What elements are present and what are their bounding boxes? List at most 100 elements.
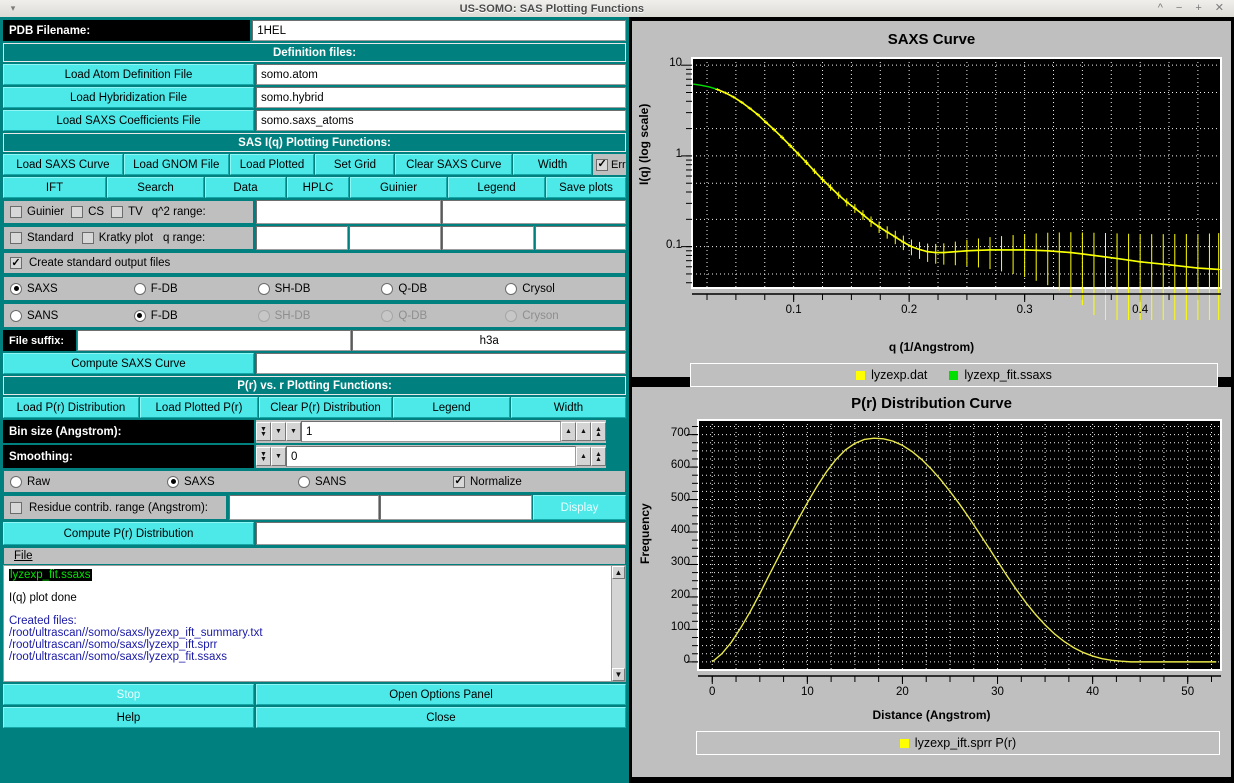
q2-range-max-input[interactable] [442,200,626,224]
radio-crysol[interactable]: Crysol [505,283,625,295]
radio-pr-sans[interactable]: SANS [298,476,453,488]
q-range-input-4[interactable] [535,226,626,250]
scroll-up-icon[interactable]: ▲ [612,566,625,579]
cs-check-group[interactable]: CS [71,206,104,218]
tv-check-group[interactable]: TV [111,206,143,218]
scroll-down-icon[interactable]: ▼ [612,668,625,681]
atom-definition-file-input[interactable]: somo.atom [256,64,626,85]
load-atom-definition-file-button[interactable]: Load Atom Definition File [3,64,254,85]
close-icon[interactable]: ✕ [1215,3,1224,14]
radio-crysol-dot[interactable] [505,283,517,295]
file-suffix-input[interactable] [77,330,352,351]
radio-sans-fdb-dot[interactable] [134,310,146,322]
normalize-checkbox[interactable] [453,476,465,488]
pr-legend-button[interactable]: Legend [393,397,510,418]
pr-legend-item[interactable]: lyzexp_ift.sprr P(r) [900,736,1016,750]
pr-legend[interactable]: lyzexp_ift.sprr P(r) [696,731,1220,755]
smoothing-input[interactable]: 0 [286,446,576,467]
pr-width-button[interactable]: Width [511,397,626,418]
radio-sans-dot[interactable] [10,310,22,322]
kratky-check-group[interactable]: Kratky plot [82,232,153,244]
radio-pr-sans-dot[interactable] [298,476,310,488]
bin-size-decrement-small-icon[interactable]: ▼ [286,422,301,441]
guinier-checkbox[interactable] [10,206,22,218]
saxs-legend[interactable]: lyzexp.dat lyzexp_fit.ssaxs [690,363,1218,387]
set-grid-button[interactable]: Set Grid [315,154,394,175]
load-plotted-pr-button[interactable]: Load Plotted P(r) [140,397,258,418]
width-button[interactable]: Width [513,154,592,175]
load-plotted-button[interactable]: Load Plotted [230,154,315,175]
hplc-button[interactable]: HPLC [287,177,349,198]
help-button[interactable]: Help [3,707,254,728]
maximize-icon[interactable]: + [1195,3,1201,14]
stop-button[interactable]: Stop [3,684,254,705]
pdb-filename-input[interactable]: 1HEL [252,20,626,41]
file-suffix-value[interactable]: h3a [352,330,626,351]
saxs-legend-item-data[interactable]: lyzexp.dat [856,368,927,382]
compute-pr-distribution-button[interactable]: Compute P(r) Distribution [3,522,254,545]
smoothing-increment-icon[interactable]: ▲ [576,447,591,466]
create-standard-output-row[interactable]: Create standard output files [3,252,626,274]
kratky-plot-checkbox[interactable] [82,232,94,244]
standard-check-group[interactable]: Standard [10,232,74,244]
bin-size-increment-small-icon[interactable]: ▲ [561,422,576,441]
radio-saxs-shdb[interactable]: SH-DB [258,283,382,295]
open-options-panel-button[interactable]: Open Options Panel [256,684,626,705]
guinier-check-group[interactable]: Guinier [10,206,64,218]
err-checkbox[interactable] [596,159,608,171]
saxs-coefficients-file-input[interactable]: somo.saxs_atoms [256,110,626,131]
radio-raw[interactable]: Raw [4,476,167,488]
radio-saxs-qdb-dot[interactable] [381,283,393,295]
guinier-button[interactable]: Guinier [350,177,447,198]
radio-saxs-qdb[interactable]: Q-DB [381,283,505,295]
load-gnom-file-button[interactable]: Load GNOM File [124,154,229,175]
smoothing-decrement-icon[interactable]: ▼ [271,447,286,466]
data-button[interactable]: Data [205,177,286,198]
save-plots-button[interactable]: Save plots [546,177,626,198]
compute-saxs-curve-button[interactable]: Compute SAXS Curve [3,353,254,374]
bin-size-increment-fast-icon[interactable]: ▲▲ [591,422,606,441]
radio-saxs-shdb-dot[interactable] [258,283,270,295]
radio-saxs-fdb-dot[interactable] [134,283,146,295]
create-standard-output-checkbox[interactable] [10,257,22,269]
load-hybridization-file-button[interactable]: Load Hybridization File [3,87,254,108]
display-button[interactable]: Display [533,495,626,520]
output-console[interactable]: lyzexp_fit.ssaxs I(q) plot done Created … [3,565,626,682]
load-saxs-coefficients-file-button[interactable]: Load SAXS Coefficients File [3,110,254,131]
bin-size-decrement-icon[interactable]: ▼ [271,422,286,441]
radio-saxs-dot[interactable] [10,283,22,295]
console-scrollbar[interactable]: ▲ ▼ [611,566,625,681]
file-menu[interactable]: File [14,550,33,562]
standard-checkbox[interactable] [10,232,22,244]
clear-pr-distribution-button[interactable]: Clear P(r) Distribution [259,397,392,418]
radio-raw-dot[interactable] [10,476,22,488]
close-button[interactable]: Close [256,707,626,728]
radio-sans[interactable]: SANS [4,310,134,322]
radio-pr-saxs[interactable]: SAXS [167,476,298,488]
bin-size-decrement-fast-icon[interactable]: ▼▼ [256,422,271,441]
tv-checkbox[interactable] [111,206,123,218]
smoothing-increment-fast-icon[interactable]: ▲▲ [591,447,606,466]
residue-range-min-input[interactable] [229,495,379,520]
legend-button[interactable]: Legend [448,177,545,198]
radio-pr-saxs-dot[interactable] [167,476,179,488]
window-menu-icon[interactable]: ▾ [0,3,26,14]
bin-size-input[interactable]: 1 [301,421,561,442]
residue-contrib-checkbox[interactable] [10,502,22,514]
load-pr-distribution-button[interactable]: Load P(r) Distribution [3,397,139,418]
radio-sans-fdb[interactable]: F-DB [134,310,258,322]
q-range-input-1[interactable] [256,226,348,250]
residue-contrib-check-group[interactable]: Residue contrib. range (Angstrom): [3,495,227,520]
radio-saxs-fdb[interactable]: F-DB [134,283,258,295]
saxs-legend-item-fit[interactable]: lyzexp_fit.ssaxs [949,368,1052,382]
shade-icon[interactable]: ^ [1158,3,1163,14]
minimize-icon[interactable]: − [1176,3,1182,14]
normalize-check-group[interactable]: Normalize [453,476,522,488]
cs-checkbox[interactable] [71,206,83,218]
residue-range-max-input[interactable] [380,495,532,520]
smoothing-decrement-fast-icon[interactable]: ▼▼ [256,447,271,466]
load-saxs-curve-button[interactable]: Load SAXS Curve [3,154,123,175]
search-button[interactable]: Search [107,177,204,198]
q-range-input-3[interactable] [442,226,534,250]
radio-saxs[interactable]: SAXS [4,283,134,295]
